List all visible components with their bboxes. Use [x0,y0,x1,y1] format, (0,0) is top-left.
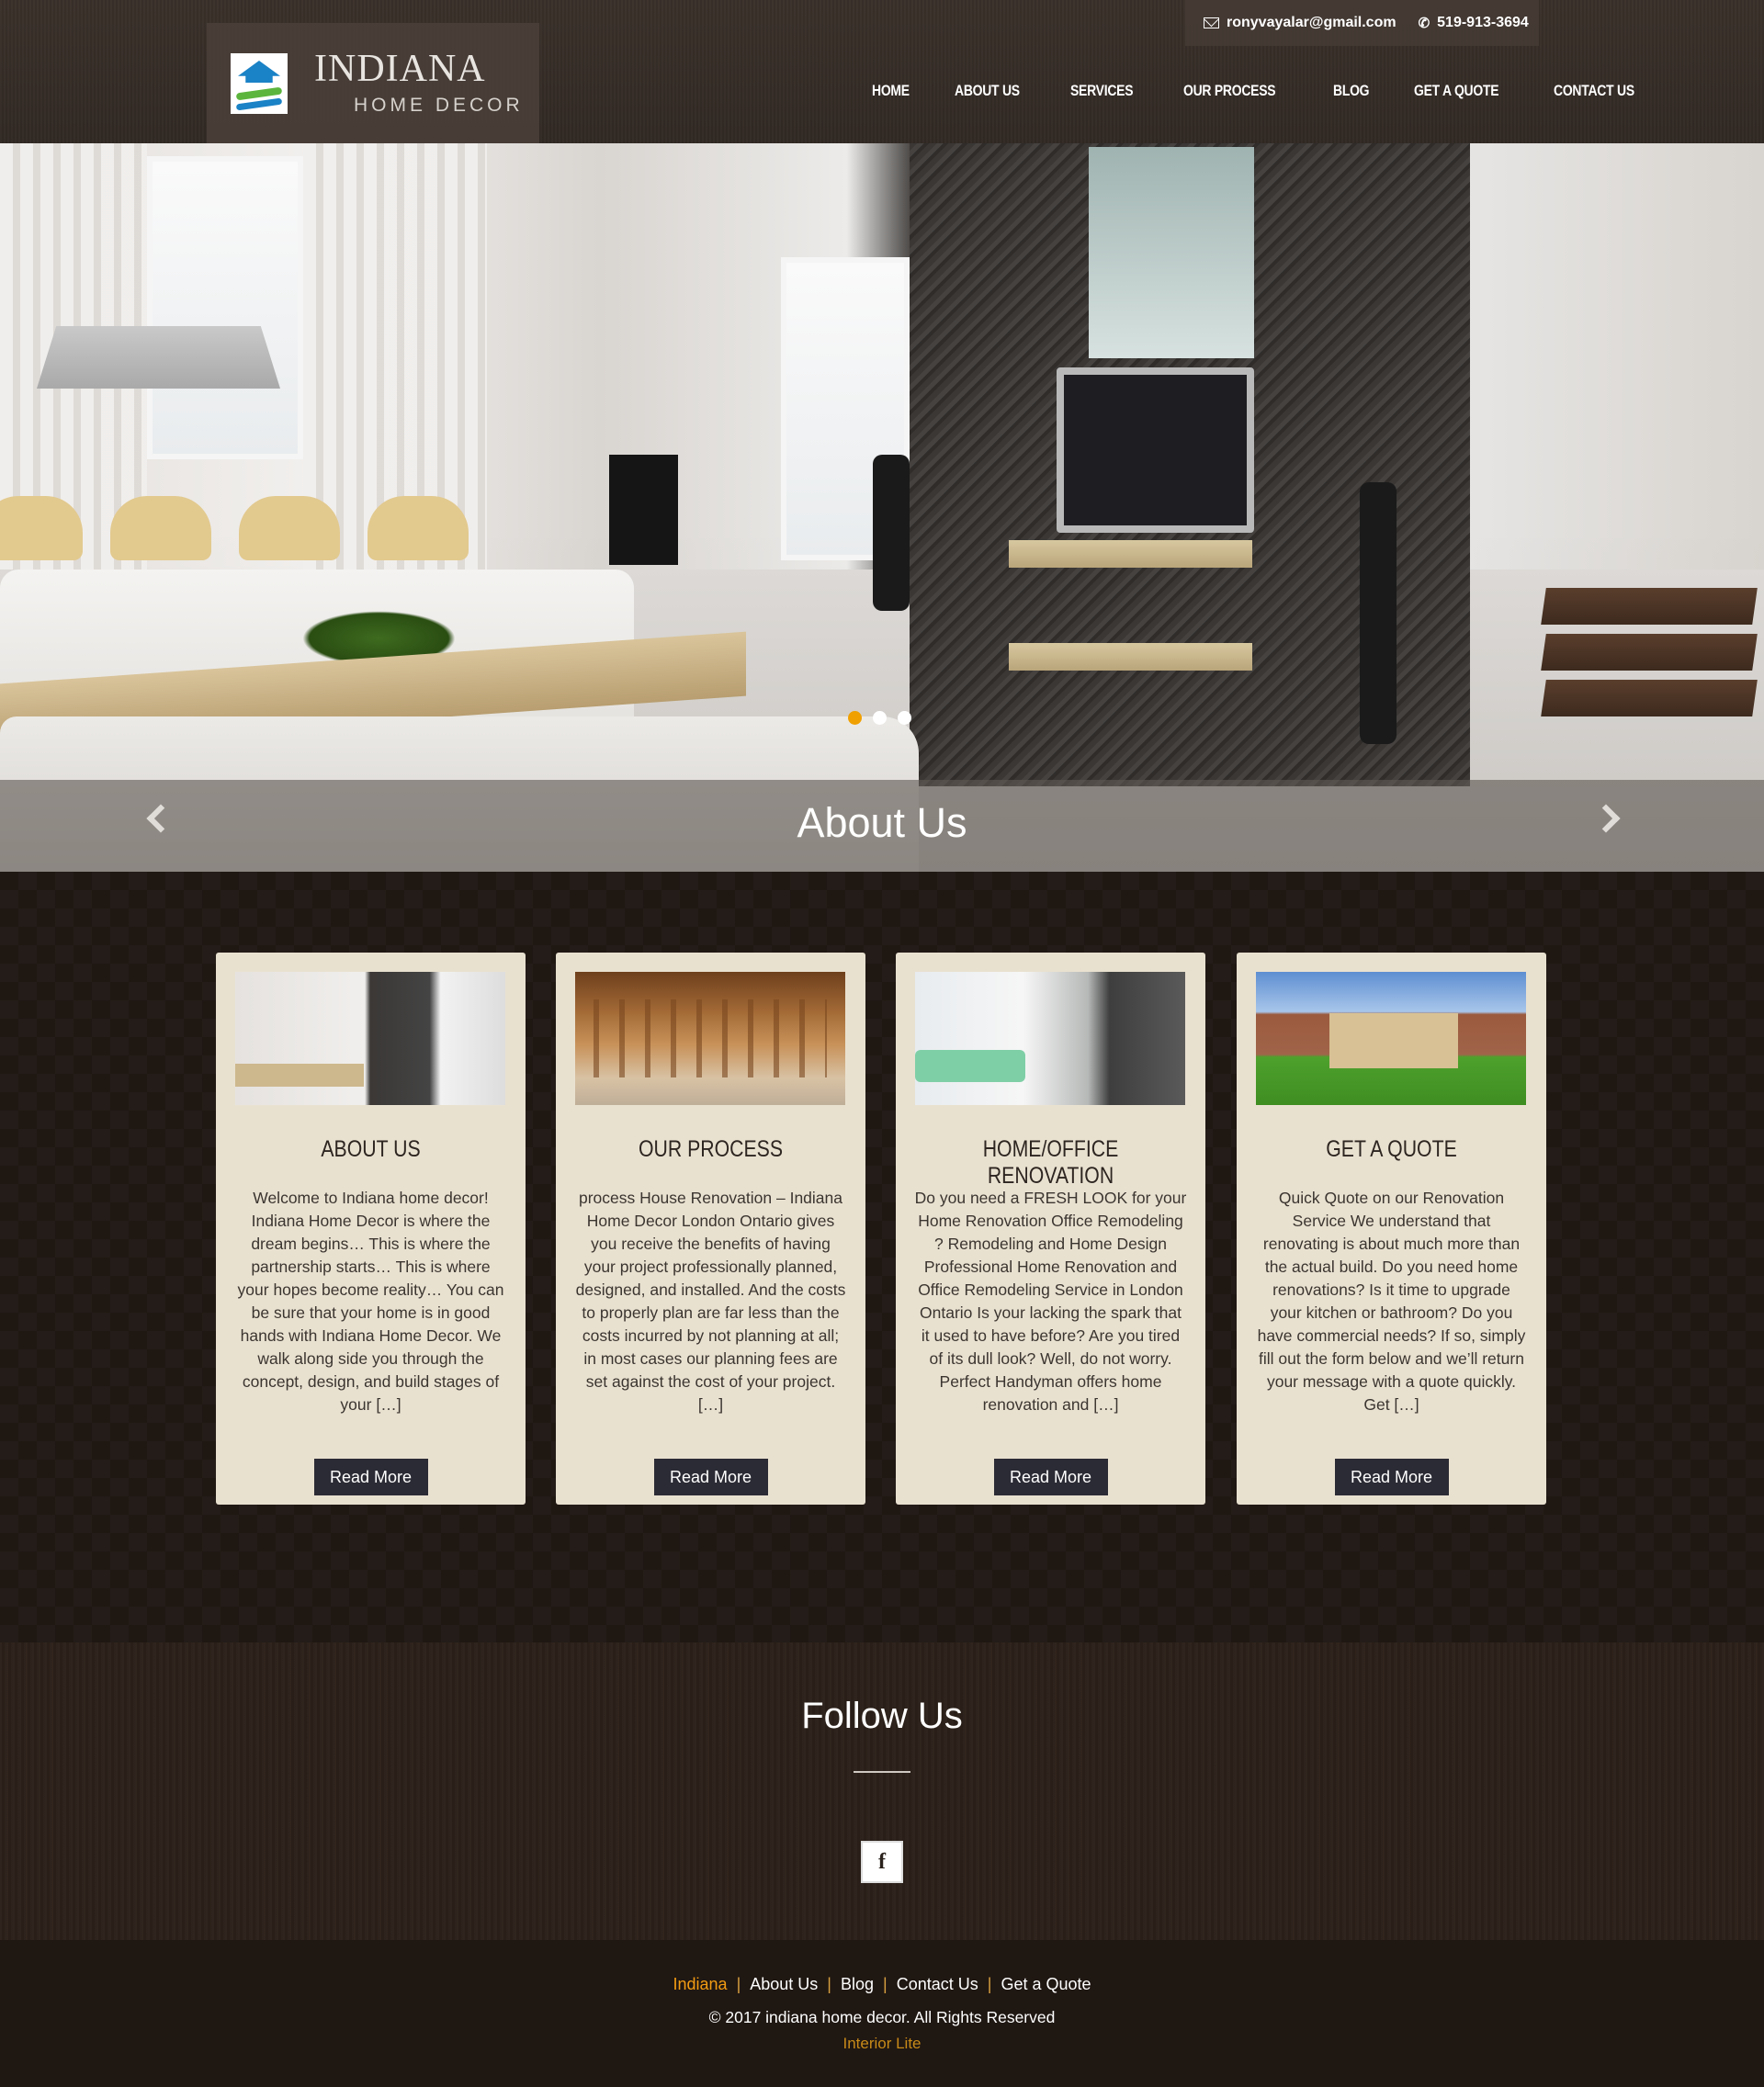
card-image-renovation[interactable] [915,972,1185,1105]
card-image-about[interactable] [235,972,505,1105]
footer-link-indiana[interactable]: Indiana [673,1975,728,1993]
site-logo[interactable]: INDIANA HOME DECOR [207,23,539,143]
card-about-us: ABOUT US Welcome to Indiana home decor! … [216,953,526,1505]
phone-text[interactable]: 519-913-3694 [1437,15,1529,31]
hero-stair [1541,634,1758,671]
nav-services[interactable]: SERVICES [1070,82,1134,100]
nav-get-a-quote[interactable]: GET A QUOTE [1414,82,1499,100]
hero-chair [110,496,211,560]
nav-contact-us[interactable]: CONTACT US [1554,82,1634,100]
card-renovation: HOME/OFFICE RENOVATION Do you need a FRE… [896,953,1205,1505]
footer-link-about-us[interactable]: About Us [750,1975,818,1993]
footer-separator: | [883,1975,888,1993]
copyright-text: © 2017 indiana home decor. All Rights Re… [708,2008,1056,2026]
read-more-button[interactable]: Read More [653,1459,768,1495]
card-get-a-quote: GET A QUOTE Quick Quote on our Renovatio… [1237,953,1546,1505]
follow-us-section: Follow Us f [0,1642,1764,1940]
card-title: GET A QUOTE [1326,1136,1457,1162]
logo-subtitle: HOME DECOR [354,95,524,116]
card-our-process: OUR PROCESS process House Renovation – I… [556,953,865,1505]
hero-mirror [1089,147,1254,358]
email-text[interactable]: ronyvayalar@gmail.com [1227,15,1396,31]
card-title: OUR PROCESS [638,1136,784,1162]
nav-home[interactable]: HOME [872,82,910,100]
footer-link-get-a-quote[interactable]: Get a Quote [1001,1975,1091,1993]
hero-chair [0,496,83,560]
hero-speaker [1360,482,1396,744]
phone-contact[interactable]: ✆ 519-913-3694 [1419,15,1529,31]
slider-next-arrow-icon[interactable] [1591,797,1629,847]
contact-bar: ronyvayalar@gmail.com ✆ 519-913-3694 [1185,0,1539,46]
footer-separator: | [827,1975,831,1993]
hero-shelf [1009,643,1252,671]
hero-speaker [873,455,910,611]
footer-links: Indiana | About Us | Blog | Contact Us | Get a Q… [0,1975,1764,1994]
hero-pendant-lamp [37,326,280,389]
footer-separator: | [987,1975,992,1993]
footer-link-blog[interactable]: Blog [841,1975,874,1993]
nav-blog[interactable]: BLOG [1333,82,1370,100]
slider-prev-arrow-icon[interactable] [138,797,175,847]
theme-credit-link[interactable]: Interior Lite [0,2035,1764,2053]
site-footer: Indiana | About Us | Blog | Contact Us | Get a Q… [0,1940,1764,2087]
hero-chair [368,496,469,560]
read-more-button[interactable]: Read More [313,1459,428,1495]
nav-about-us[interactable]: ABOUT US [955,82,1020,100]
main-nav: HOME ABOUT US SERVICES OUR PROCESS BLOG … [872,82,1689,100]
nav-our-process[interactable]: OUR PROCESS [1183,82,1276,100]
envelope-icon [1204,17,1219,28]
logo-house-icon [231,53,288,114]
card-image-process[interactable] [575,972,845,1105]
hero-window [147,156,303,459]
hero-stair [1541,680,1758,716]
hero-tv [1057,367,1254,533]
card-body: Do you need a FRESH LOOK for your Home R… [914,1189,1187,1414]
logo-title: INDIANA [314,48,486,90]
card-image-quote[interactable] [1256,972,1526,1105]
follow-divider [854,1771,910,1773]
slider-caption: About Us [797,799,967,846]
hero-stair [1541,588,1758,625]
slider-dot-1[interactable] [848,711,862,725]
card-body: Welcome to Indiana home decor! Indiana H… [237,1189,504,1414]
services-section: ABOUT US Welcome to Indiana home decor! … [0,872,1764,1642]
card-body: Quick Quote on our Renovation Service We… [1257,1189,1526,1414]
read-more-button[interactable]: Read More [1334,1459,1449,1495]
footer-link-contact-us[interactable]: Contact Us [897,1975,978,1993]
card-body: process House Renovation – Indiana Home … [575,1189,846,1414]
slider-dot-2[interactable] [873,711,887,725]
hero-shelf [1009,540,1252,568]
read-more-button[interactable]: Read More [993,1459,1108,1495]
phone-icon: ✆ [1418,16,1430,31]
email-contact[interactable]: ronyvayalar@gmail.com [1204,15,1396,31]
slider-dot-3[interactable] [898,711,911,725]
card-title: HOME/OFFICE RENOVATION [982,1136,1119,1189]
hero-fireplace [609,455,678,565]
facebook-icon[interactable]: f [861,1841,903,1883]
footer-separator: | [736,1975,741,1993]
slider-dots [848,711,911,725]
follow-title: Follow Us [801,1696,963,1736]
card-title: ABOUT US [321,1136,421,1162]
hero-chair [239,496,340,560]
